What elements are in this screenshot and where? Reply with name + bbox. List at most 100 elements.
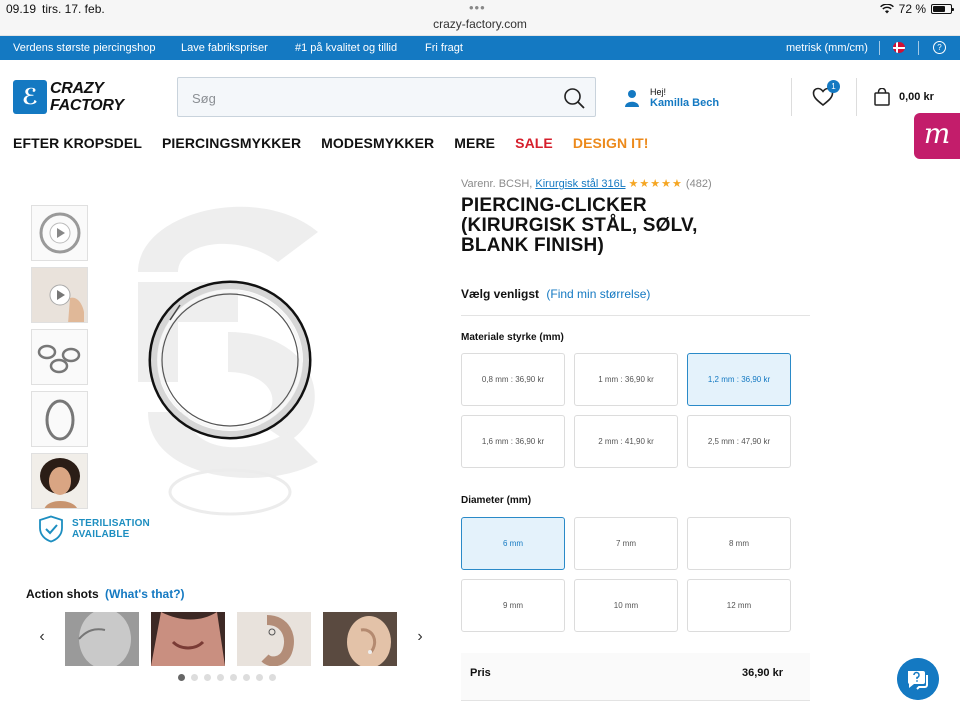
thickness-option[interactable]: 1,6 mm : 36,90 kr (461, 415, 565, 468)
action-shot-photo[interactable] (237, 612, 311, 666)
sterilisation-line2: AVAILABLE (72, 529, 130, 540)
nav-item-efter-kropsdel[interactable]: EFTER KROPSDEL (13, 135, 142, 151)
wishlist-count-badge: 1 (827, 80, 840, 93)
danish-flag-icon[interactable] (893, 42, 905, 53)
sku-label: Varenr. BCSH, (461, 178, 533, 190)
chat-help-icon[interactable] (897, 658, 939, 700)
carousel-dot[interactable] (204, 674, 211, 681)
carousel-next-icon[interactable]: › (413, 629, 427, 645)
unit-selector[interactable]: metrisk (mm/cm) (786, 42, 868, 54)
gallery-thumbnail-model[interactable] (31, 453, 88, 509)
search-icon[interactable] (563, 87, 585, 109)
nav-item-mere[interactable]: MERE (454, 135, 495, 151)
side-widget-m-icon[interactable]: m (914, 113, 960, 159)
divider (879, 41, 880, 55)
wifi-icon (879, 4, 894, 14)
search-input[interactable] (192, 88, 552, 108)
thickness-option[interactable]: 2,5 mm : 47,90 kr (687, 415, 791, 468)
status-date: tirs. 17. feb. (42, 2, 105, 16)
ring-image (45, 399, 75, 441)
model-photo (32, 454, 87, 508)
carousel-dot[interactable] (230, 674, 237, 681)
size-prompt-line: Vælg venligst (Find min størrelse) (461, 287, 650, 301)
divider (461, 315, 810, 316)
main-product-image[interactable] (118, 192, 346, 527)
promo-item: Fri fragt (425, 42, 463, 54)
user-icon (625, 90, 639, 107)
action-shots-info-link[interactable]: (What's that?) (105, 587, 185, 601)
carousel-dot[interactable] (178, 674, 185, 681)
shield-check-icon (39, 515, 63, 543)
thickness-option[interactable]: 0,8 mm : 36,90 kr (461, 353, 565, 406)
divider (918, 41, 919, 55)
diameter-option[interactable]: 9 mm (461, 579, 565, 632)
size-prompt: Vælg venligst (461, 287, 540, 301)
carousel-dot[interactable] (269, 674, 276, 681)
diameter-option[interactable]: 7 mm (574, 517, 678, 570)
battery-icon (931, 4, 954, 14)
shopping-bag-icon[interactable] (874, 88, 890, 106)
product-title: PIERCING-CLICKER (KIRURGISK STÅL, SØLV, … (461, 195, 698, 256)
action-shots-heading: Action shots (What's that?) (26, 587, 185, 601)
diameter-option[interactable]: 12 mm (687, 579, 791, 632)
help-icon[interactable]: ? (933, 41, 946, 54)
main-navigation: EFTER KROPSDEL PIERCINGSMYKKER MODESMYKK… (13, 135, 649, 151)
video-thumbnail-hand-icon (32, 268, 87, 322)
material-thickness-label: Materiale styrke (mm) (461, 332, 564, 343)
gallery-thumbnail-video[interactable] (31, 205, 88, 261)
diameter-option[interactable]: 6 mm (461, 517, 565, 570)
address-bar-url[interactable]: crazy-factory.com (0, 17, 960, 31)
sterilisation-line1: STERILISATION (72, 518, 150, 529)
rating-stars-icon[interactable]: ★★★★★ (629, 178, 683, 190)
status-time: 09.19 (6, 2, 37, 16)
material-link[interactable]: Kirurgisk stål 316L (535, 178, 625, 190)
thickness-option[interactable]: 2 mm : 41,90 kr (574, 415, 678, 468)
price-value: 36,90 kr (742, 667, 783, 679)
tab-menu-dots-icon[interactable]: ••• (469, 0, 486, 15)
gallery-thumbnail-rings[interactable] (31, 329, 88, 385)
promo-bar: Verdens største piercingshop Lave fabrik… (0, 36, 960, 60)
nav-item-design-it[interactable]: DESIGN IT! (573, 135, 649, 151)
divider (791, 78, 792, 116)
carousel-dot[interactable] (217, 674, 224, 681)
diameter-option[interactable]: 8 mm (687, 517, 791, 570)
action-shot-photo[interactable] (65, 612, 139, 666)
action-shot-photo[interactable] (151, 612, 225, 666)
nav-item-modesmykker[interactable]: MODESMYKKER (321, 135, 434, 151)
carousel-dot[interactable] (243, 674, 250, 681)
logo-wordmark: CRAZY FACTORY (50, 80, 124, 114)
divider (856, 78, 857, 116)
carousel-dot[interactable] (191, 674, 198, 681)
rings-image (37, 344, 81, 374)
price-row: Pris 36,90 kr (461, 653, 810, 701)
battery-level (933, 6, 946, 12)
diameter-option[interactable]: 10 mm (574, 579, 678, 632)
carousel-pagination (178, 674, 276, 681)
promo-item: Verdens største piercingshop (13, 42, 156, 54)
search-box[interactable] (177, 77, 596, 117)
nav-item-sale[interactable]: SALE (515, 135, 553, 151)
review-count[interactable]: (482) (686, 178, 712, 190)
thickness-option[interactable]: 1,2 mm : 36,90 kr (687, 353, 791, 406)
carousel-prev-icon[interactable]: ‹ (35, 629, 49, 645)
logo-mark-icon: ℰ (13, 80, 47, 114)
find-size-link[interactable]: (Find min størrelse) (546, 287, 650, 301)
gallery-thumbnail-ring[interactable] (31, 391, 88, 447)
promo-item: #1 på kvalitet og tillid (295, 42, 398, 54)
diameter-label: Diameter (mm) (461, 495, 532, 506)
user-name[interactable]: Kamilla Bech (650, 97, 719, 109)
gallery-thumbnail-video[interactable] (31, 267, 88, 323)
thickness-option[interactable]: 1 mm : 36,90 kr (574, 353, 678, 406)
site-logo[interactable]: ℰ CRAZY FACTORY (13, 80, 124, 114)
user-greeting: Hej! (650, 87, 667, 97)
price-label: Pris (470, 667, 491, 679)
product-meta: Varenr. BCSH, Kirurgisk stål 316L ★★★★★ … (461, 177, 712, 190)
action-shot-photo[interactable] (323, 612, 397, 666)
cart-total[interactable]: 0,00 kr (899, 91, 934, 103)
battery-percent: 72 % (898, 2, 926, 16)
carousel-dot[interactable] (256, 674, 263, 681)
promo-item: Lave fabrikspriser (181, 42, 268, 54)
video-thumbnail-ring-icon (39, 212, 81, 254)
status-bar: 09.19 tirs. 17. feb. ••• crazy-factory.c… (0, 0, 960, 36)
nav-item-piercingsmykker[interactable]: PIERCINGSMYKKER (162, 135, 301, 151)
